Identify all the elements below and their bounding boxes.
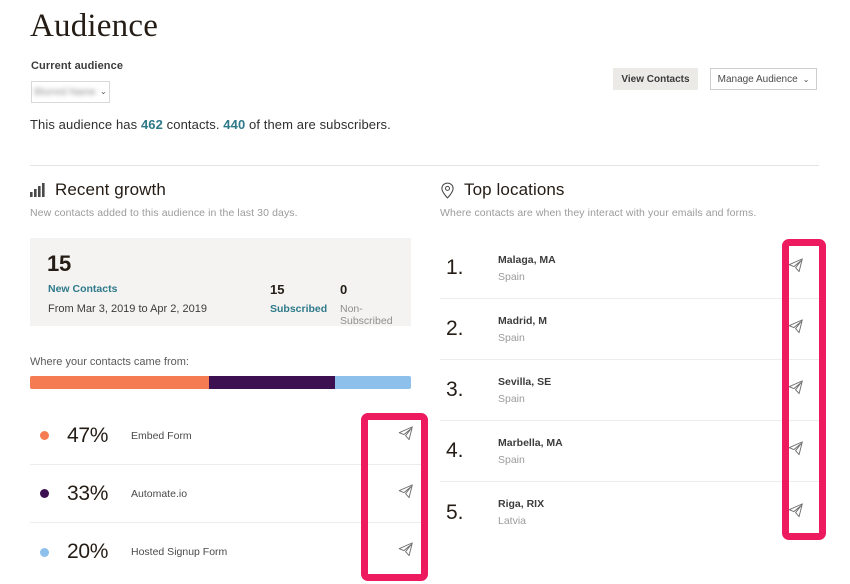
top-locations-header: Top locations xyxy=(440,180,825,200)
subscribed-value: 15 xyxy=(270,282,285,297)
location-row[interactable]: 3. Sevilla, SE Spain xyxy=(440,360,825,421)
paper-plane-icon[interactable] xyxy=(787,502,804,524)
chevron-down-icon: ⌄ xyxy=(100,87,107,96)
source-row[interactable]: 47% Embed Form xyxy=(30,407,428,465)
chevron-down-icon: ⌄ xyxy=(802,74,810,84)
source-row[interactable]: 33% Automate.io xyxy=(30,465,428,523)
location-city: Malaga, MA xyxy=(498,253,556,266)
source-percent: 20% xyxy=(67,540,109,563)
map-pin-icon xyxy=(440,182,455,199)
location-row[interactable]: 1. Malaga, MA Spain xyxy=(440,238,825,299)
current-audience-value: Blurred Name xyxy=(34,86,96,98)
source-label: Embed Form xyxy=(131,429,192,442)
paper-plane-icon[interactable] xyxy=(787,318,804,340)
location-text: Malaga, MA Spain xyxy=(498,254,825,283)
sources-stacked-bar xyxy=(30,376,411,389)
location-country: Spain xyxy=(498,331,525,344)
recent-growth-header: Recent growth xyxy=(30,180,415,200)
paper-plane-icon[interactable] xyxy=(397,483,414,505)
location-row[interactable]: 5. Riga, RIX Latvia xyxy=(440,482,825,543)
audience-summary: This audience has 462 contacts. 440 of t… xyxy=(30,117,391,132)
location-city: Madrid, M xyxy=(498,314,547,327)
bar-segment-0 xyxy=(30,376,210,389)
bar-chart-icon xyxy=(30,183,46,197)
manage-audience-label: Manage Audience xyxy=(717,73,798,85)
recent-growth-section: Recent growth New contacts added to this… xyxy=(30,180,415,219)
location-text: Marbella, MA Spain xyxy=(498,437,825,466)
summary-subscribers-count: 440 xyxy=(223,117,246,132)
new-contacts-label[interactable]: New Contacts xyxy=(48,283,117,295)
summary-suffix: of them are subscribers. xyxy=(245,117,391,132)
location-country: Latvia xyxy=(498,515,527,527)
location-city: Sevilla, SE xyxy=(498,375,552,388)
non-subscribed-stat: 0 Non-Subscribed xyxy=(340,282,411,327)
location-country: Spain xyxy=(498,453,525,466)
summary-prefix: This audience has xyxy=(30,117,141,132)
location-city: Marbella, MA xyxy=(498,436,563,449)
paper-plane-icon[interactable] xyxy=(787,440,804,462)
growth-date-range: From Mar 3, 2019 to Apr 2, 2019 xyxy=(48,303,207,315)
recent-growth-subtitle: New contacts added to this audience in t… xyxy=(30,207,298,219)
source-row[interactable]: 20% Hosted Signup Form xyxy=(30,523,428,581)
location-row[interactable]: 2. Madrid, M Spain xyxy=(440,299,825,360)
header-divider xyxy=(30,165,819,166)
recent-growth-title: Recent growth xyxy=(55,180,166,199)
new-contacts-value: 15 xyxy=(47,251,72,276)
top-locations-section: Top locations Where contacts are when th… xyxy=(440,180,825,219)
non-subscribed-label: Non-Subscribed xyxy=(340,303,393,327)
legend-dot-icon xyxy=(40,489,49,498)
paper-plane-icon[interactable] xyxy=(787,379,804,401)
location-text: Sevilla, SE Spain xyxy=(498,376,825,405)
location-rank: 2. xyxy=(446,317,464,340)
location-rank: 5. xyxy=(446,500,464,524)
source-label: Hosted Signup Form xyxy=(131,546,228,558)
location-country: Spain xyxy=(498,392,525,405)
source-percent: 47% xyxy=(67,423,109,447)
summary-contacts-count: 462 xyxy=(140,117,163,132)
audience-page: Audience Current audience Blurred Name ⌄… xyxy=(0,0,850,584)
subscribed-stat: 15 Subscribed xyxy=(270,282,327,315)
legend-dot-icon xyxy=(40,431,49,440)
paper-plane-icon[interactable] xyxy=(397,425,414,447)
sources-title: Where your contacts came from: xyxy=(30,356,189,368)
location-text: Riga, RIX Latvia xyxy=(498,498,825,527)
summary-middle: contacts. xyxy=(162,117,224,132)
view-contacts-button[interactable]: View Contacts xyxy=(613,68,698,90)
current-audience-label: Current audience xyxy=(31,60,124,72)
bar-segment-1 xyxy=(209,376,335,389)
location-city: Riga, RIX xyxy=(498,498,545,510)
location-country: Spain xyxy=(498,270,525,283)
current-audience-dropdown[interactable]: Blurred Name ⌄ xyxy=(31,81,110,103)
page-title: Audience xyxy=(30,8,159,44)
manage-audience-button[interactable]: Manage Audience ⌄ xyxy=(710,68,817,90)
paper-plane-icon[interactable] xyxy=(397,541,414,563)
location-row[interactable]: 4. Marbella, MA Spain xyxy=(440,421,825,482)
recent-growth-stats-panel: 15 New Contacts From Mar 3, 2019 to Apr … xyxy=(30,238,411,327)
location-rank: 4. xyxy=(446,439,464,462)
location-rank: 1. xyxy=(446,256,464,279)
non-subscribed-value: 0 xyxy=(340,282,348,297)
legend-dot-icon xyxy=(40,547,49,557)
source-percent: 33% xyxy=(67,481,109,505)
paper-plane-icon[interactable] xyxy=(787,257,804,279)
bar-segment-2 xyxy=(334,376,411,389)
top-locations-title: Top locations xyxy=(464,180,565,199)
source-label: Automate.io xyxy=(131,487,188,500)
top-locations-subtitle: Where contacts are when they interact wi… xyxy=(440,207,757,219)
subscribed-label[interactable]: Subscribed xyxy=(270,303,327,315)
location-rank: 3. xyxy=(446,378,464,401)
location-text: Madrid, M Spain xyxy=(498,315,825,344)
